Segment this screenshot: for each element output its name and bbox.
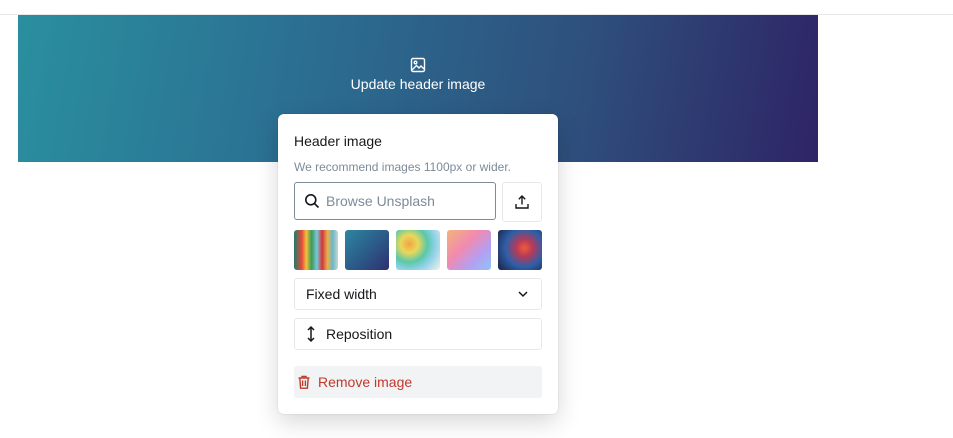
search-icon bbox=[305, 194, 320, 209]
fire-smoke-thumbnail[interactable] bbox=[498, 230, 542, 270]
top-bar bbox=[0, 0, 953, 15]
upload-button[interactable] bbox=[502, 182, 542, 222]
header-image-popover: Header image We recommend images 1100px … bbox=[278, 114, 558, 414]
vertical-arrows-icon bbox=[307, 325, 315, 343]
update-header-image-label: Update header image bbox=[350, 76, 486, 92]
reposition-label: Reposition bbox=[326, 326, 393, 342]
unsplash-thumbnails bbox=[294, 230, 542, 270]
trash-icon bbox=[298, 375, 310, 389]
upload-icon bbox=[515, 195, 529, 209]
chevron-down-icon bbox=[518, 291, 528, 298]
popover-title: Header image bbox=[294, 133, 382, 149]
width-select-value: Fixed width bbox=[306, 286, 377, 302]
remove-image-button[interactable]: Remove image bbox=[294, 366, 542, 398]
pastel-gradient-thumbnail[interactable] bbox=[447, 230, 491, 270]
blue-gradient-thumbnail[interactable] bbox=[345, 230, 389, 270]
popover-hint: We recommend images 1100px or wider. bbox=[294, 160, 511, 174]
reposition-button[interactable]: Reposition bbox=[294, 318, 542, 350]
remove-image-label: Remove image bbox=[318, 374, 413, 390]
unsplash-search-box[interactable] bbox=[294, 182, 496, 220]
update-header-image-button[interactable]: Update header image bbox=[330, 57, 506, 93]
color-powder-thumbnail[interactable] bbox=[396, 230, 440, 270]
rainbow-stripes-thumbnail[interactable] bbox=[294, 230, 338, 270]
image-icon bbox=[410, 57, 426, 73]
width-select[interactable]: Fixed width bbox=[294, 278, 542, 310]
search-input[interactable] bbox=[326, 193, 486, 209]
